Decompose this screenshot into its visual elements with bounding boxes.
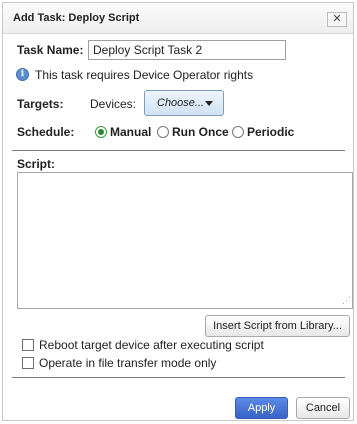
close-icon: ✕	[332, 13, 342, 25]
rights-notice: This task requires Device Operator right…	[35, 68, 254, 82]
schedule-option-run-once: Run Once	[172, 125, 229, 139]
devices-label: Devices:	[90, 97, 137, 111]
apply-button[interactable]: Apply	[235, 397, 288, 419]
script-label: Script:	[17, 157, 56, 171]
file-transfer-checkbox[interactable]	[22, 357, 34, 369]
reboot-label: Reboot target device after executing scr…	[39, 338, 264, 352]
file-transfer-label: Operate in file transfer mode only	[39, 356, 217, 370]
task-name-label: Task Name:	[17, 43, 84, 57]
section-divider	[12, 150, 345, 151]
choose-label: Choose...	[157, 97, 205, 109]
schedule-radio-periodic[interactable]	[232, 126, 244, 138]
schedule-radio-manual[interactable]	[95, 126, 107, 138]
choose-devices-button[interactable]: Choose...	[144, 90, 224, 116]
schedule-option-manual: Manual	[110, 125, 152, 139]
close-button[interactable]: ✕	[327, 12, 347, 27]
resize-grip-icon[interactable]: ⋰	[342, 296, 351, 305]
chevron-down-icon	[205, 101, 213, 106]
script-textarea[interactable]	[17, 172, 353, 309]
cancel-button[interactable]: Cancel	[296, 397, 350, 419]
schedule-radio-run-once[interactable]	[157, 126, 169, 138]
insert-script-button[interactable]: Insert Script from Library...	[205, 315, 350, 337]
footer-divider	[12, 377, 345, 378]
dialog-title: Add Task: Deploy Script	[13, 12, 140, 24]
schedule-option-periodic: Periodic	[247, 125, 295, 139]
info-icon: i	[16, 68, 29, 81]
task-name-input[interactable]	[88, 40, 286, 60]
schedule-label: Schedule:	[17, 125, 75, 139]
targets-label: Targets:	[17, 97, 64, 111]
radio-selected-dot	[98, 129, 104, 135]
reboot-checkbox[interactable]	[22, 339, 34, 351]
dialog-titlebar: Add Task: Deploy Script ✕	[3, 3, 353, 34]
